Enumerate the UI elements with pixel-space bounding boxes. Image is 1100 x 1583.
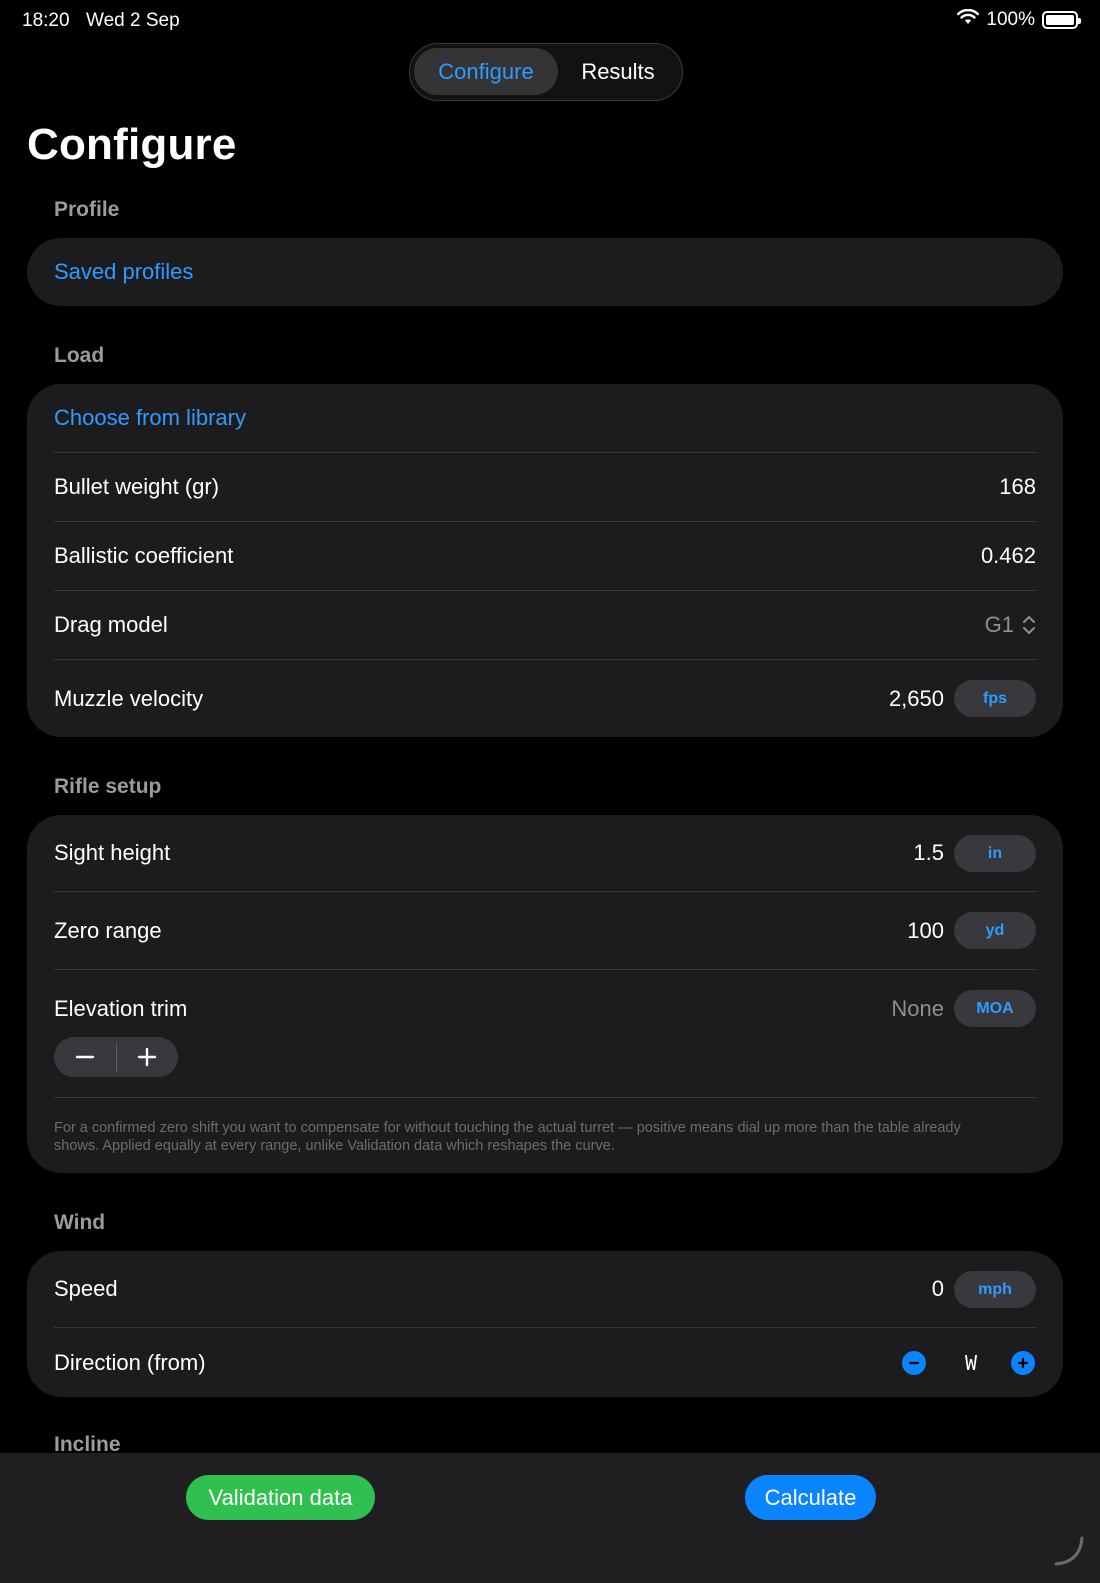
muzzle-velocity-value[interactable]: 2,650 — [889, 686, 944, 712]
saved-profiles-row[interactable]: Saved profiles — [54, 238, 1036, 306]
zero-range-unit-button[interactable]: yd — [954, 912, 1036, 949]
choose-library-link[interactable]: Choose from library — [54, 405, 246, 431]
elevation-trim-unit-button[interactable]: MOA — [954, 990, 1036, 1027]
battery-percent: 100% — [986, 9, 1035, 30]
elevation-trim-footnote: For a confirmed zero shift you want to c… — [54, 1120, 961, 1154]
section-header-load: Load — [54, 344, 105, 367]
sight-height-value[interactable]: 1.5 — [913, 840, 944, 866]
decrement-button[interactable] — [54, 1037, 116, 1077]
minus-icon — [75, 1055, 94, 1059]
section-header-wind: Wind — [54, 1211, 106, 1234]
section-header-profile: Profile — [54, 198, 120, 221]
plus-icon — [138, 1047, 157, 1067]
plus-circle-icon — [1017, 1357, 1029, 1369]
wind-card: Speed 0 mph Direction (from) W — [27, 1251, 1063, 1397]
load-card: Choose from library Bullet weight (gr) 1… — [27, 384, 1063, 737]
divider — [54, 1097, 1036, 1098]
minus-circle-icon — [908, 1361, 920, 1365]
muzzle-velocity-unit-button[interactable]: fps — [954, 680, 1036, 717]
tab-switcher: Configure Results — [409, 43, 683, 101]
resize-handle-icon[interactable] — [1052, 1534, 1086, 1573]
zero-range-value[interactable]: 100 — [907, 918, 944, 944]
wind-direction-value: W — [964, 1350, 977, 1375]
elevation-trim-row: Elevation trim None MOA — [54, 970, 1036, 1048]
ballistic-coefficient-row[interactable]: Ballistic coefficient 0.462 — [54, 522, 1036, 590]
ballistic-coefficient-label: Ballistic coefficient — [54, 543, 234, 568]
wind-direction-label: Direction (from) — [54, 1349, 206, 1375]
choose-library-row[interactable]: Choose from library — [54, 384, 1036, 452]
page-title: Configure — [27, 120, 237, 169]
calculate-button[interactable]: Calculate — [745, 1475, 876, 1520]
direction-increment-button[interactable] — [1011, 1351, 1035, 1375]
drag-model-row[interactable]: Drag model G1 — [54, 591, 1036, 659]
tab-configure[interactable]: Configure — [414, 48, 558, 95]
sight-height-unit-button[interactable]: in — [954, 835, 1036, 872]
chevron-up-down-icon[interactable] — [1022, 615, 1036, 640]
elevation-trim-value: None — [891, 996, 944, 1021]
muzzle-velocity-row[interactable]: Muzzle velocity 2,650 fps — [54, 660, 1036, 737]
validation-data-button[interactable]: Validation data — [186, 1475, 375, 1520]
elevation-trim-label: Elevation trim — [54, 996, 188, 1021]
wind-speed-value[interactable]: 0 — [932, 1276, 944, 1302]
drag-model-label: Drag model — [54, 612, 168, 637]
wind-direction-row: Direction (from) W — [54, 1328, 1036, 1397]
wind-speed-row[interactable]: Speed 0 mph — [54, 1251, 1036, 1327]
status-date: Wed 2 Sep — [86, 10, 180, 31]
bullet-weight-value[interactable]: 168 — [999, 474, 1036, 500]
drag-model-value[interactable]: G1 — [985, 612, 1014, 638]
wind-speed-label: Speed — [54, 1276, 118, 1301]
bullet-weight-label: Bullet weight (gr) — [54, 474, 220, 499]
bottom-action-bar: Validation data Calculate — [0, 1453, 1100, 1583]
app-screen: 18:20 Wed 2 Sep 100% Configure Results C… — [0, 0, 1100, 1583]
wind-speed-unit-button[interactable]: mph — [954, 1271, 1036, 1308]
increment-button[interactable] — [117, 1037, 179, 1077]
direction-decrement-button[interactable] — [902, 1351, 926, 1375]
zero-range-row[interactable]: Zero range 100 yd — [54, 892, 1036, 969]
sight-height-row[interactable]: Sight height 1.5 in — [54, 815, 1036, 891]
elevation-trim-stepper — [54, 1037, 178, 1077]
wifi-icon — [957, 8, 980, 31]
status-bar: 18:20 Wed 2 Sep 100% — [0, 0, 1100, 44]
battery-icon — [1042, 11, 1081, 29]
tab-results[interactable]: Results — [560, 48, 676, 95]
rifle-setup-card: Sight height 1.5 in Zero range 100 yd El… — [27, 815, 1063, 1173]
profile-card: Saved profiles — [27, 238, 1063, 306]
ballistic-coefficient-value[interactable]: 0.462 — [981, 543, 1036, 569]
sight-height-label: Sight height — [54, 840, 171, 865]
section-header-rifle-setup: Rifle setup — [54, 775, 162, 798]
muzzle-velocity-label: Muzzle velocity — [54, 685, 204, 711]
bullet-weight-row[interactable]: Bullet weight (gr) 168 — [54, 453, 1036, 521]
saved-profiles-link[interactable]: Saved profiles — [54, 259, 193, 285]
status-indicators: 100% — [957, 8, 1081, 31]
zero-range-label: Zero range — [54, 917, 162, 943]
status-time: 18:20 — [22, 10, 70, 31]
